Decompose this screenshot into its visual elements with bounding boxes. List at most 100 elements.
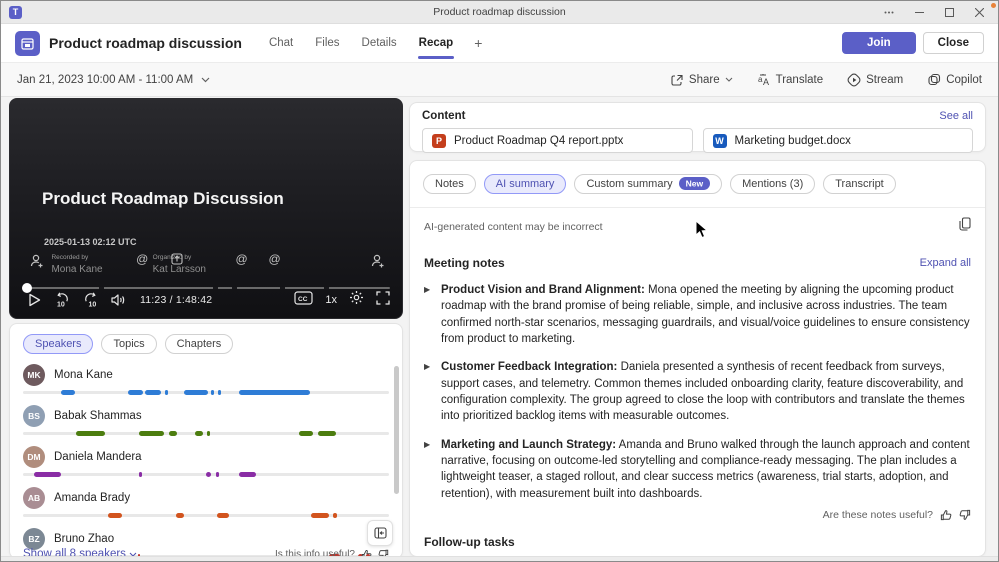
speakers-panel: Speakers Topics Chapters MK Mona Kane BS…: [9, 323, 403, 559]
file-chip-docx[interactable]: W Marketing budget.docx: [703, 128, 974, 153]
copy-icon[interactable]: [959, 217, 971, 236]
tab-notes[interactable]: Notes: [423, 174, 476, 194]
tab-files[interactable]: Files: [306, 24, 348, 62]
avatar: BZ: [23, 528, 45, 550]
speaker-name: Amanda Brady: [54, 492, 130, 504]
share-marker-icon[interactable]: [171, 252, 183, 270]
speaker-name: Babak Shammas: [54, 410, 142, 422]
meeting-header: Product roadmap discussion Chat Files De…: [1, 24, 998, 63]
volume-button[interactable]: [106, 293, 130, 307]
window-bottom-edge: [1, 556, 998, 561]
play-button[interactable]: [22, 293, 46, 307]
timeline-markers: Recorded by Mona Kane @ Organized by Kat…: [22, 254, 390, 280]
rewind-10-button[interactable]: 10: [50, 292, 74, 308]
mention-marker-icon[interactable]: @: [136, 252, 148, 266]
player-controls: 10 10 11:23 / 1:48:42 CC 1x: [22, 289, 390, 311]
avatar: BS: [23, 405, 45, 427]
meeting-tabs: Chat Files Details Recap +: [260, 24, 490, 62]
notes-feedback-label: Are these notes useful?: [823, 509, 933, 521]
person-add-marker-icon[interactable]: [29, 254, 45, 274]
svg-text:10: 10: [88, 302, 96, 309]
settings-gear-icon[interactable]: [349, 290, 364, 310]
window-close-button[interactable]: [964, 1, 994, 24]
translate-icon: aA: [757, 73, 771, 87]
speaker-row[interactable]: DM Daniela Mandera: [23, 445, 389, 477]
svg-text:CC: CC: [298, 296, 308, 303]
share-button[interactable]: Share: [670, 73, 733, 87]
add-tab-button[interactable]: +: [466, 35, 490, 51]
content-title: Content: [422, 110, 465, 122]
speaker-timeline[interactable]: [23, 431, 389, 436]
speaker-timeline[interactable]: [23, 390, 389, 395]
file-name: Product Roadmap Q4 report.pptx: [454, 135, 623, 147]
expand-triangle-icon[interactable]: ▶: [424, 359, 441, 424]
close-button[interactable]: Close: [923, 32, 984, 54]
avatar: AB: [23, 487, 45, 509]
tab-speakers[interactable]: Speakers: [23, 334, 93, 354]
svg-text:A: A: [763, 77, 769, 87]
copilot-icon: [927, 73, 941, 87]
see-all-link[interactable]: See all: [939, 110, 973, 122]
expand-triangle-icon[interactable]: ▶: [424, 437, 441, 502]
mention-marker-icon[interactable]: @: [235, 252, 247, 266]
captions-button[interactable]: CC: [294, 291, 313, 310]
speakers-scrollbar[interactable]: [394, 366, 399, 494]
expand-triangle-icon[interactable]: ▶: [424, 282, 441, 347]
speaker-row[interactable]: MK Mona Kane: [23, 363, 389, 395]
thumbs-up-icon[interactable]: [940, 509, 952, 521]
meeting-datetime[interactable]: Jan 21, 2023 10:00 AM - 11:00 AM: [17, 74, 210, 86]
thumbs-down-icon[interactable]: [959, 509, 971, 521]
speaker-row[interactable]: AB Amanda Brady: [23, 486, 389, 518]
speaker-name: Daniela Mandera: [54, 451, 142, 463]
tab-chat[interactable]: Chat: [260, 24, 302, 62]
tab-custom-summary[interactable]: Custom summaryNew: [574, 174, 722, 194]
tab-recap[interactable]: Recap: [410, 24, 463, 62]
speaker-name: Bruno Zhao: [54, 533, 114, 545]
avatar: MK: [23, 364, 45, 386]
powerpoint-file-icon: P: [432, 134, 446, 148]
window-maximize-button[interactable]: [934, 1, 964, 24]
tab-mentions[interactable]: Mentions (3): [730, 174, 815, 194]
expand-all-link[interactable]: Expand all: [920, 257, 971, 269]
panel-collapse-icon: [374, 527, 387, 539]
word-file-icon: W: [713, 134, 727, 148]
note-item[interactable]: ▶ Marketing and Launch Strategy: Amanda …: [410, 425, 985, 502]
recap-toolbar: Jan 21, 2023 10:00 AM - 11:00 AM Share a…: [1, 63, 998, 97]
meeting-notes-title: Meeting notes: [424, 256, 505, 270]
recording-indicator-dot: [991, 3, 996, 8]
tab-chapters[interactable]: Chapters: [165, 334, 234, 354]
tab-ai-summary[interactable]: AI summary: [484, 174, 567, 194]
join-button[interactable]: Join: [842, 32, 916, 54]
chevron-down-icon: [201, 77, 210, 83]
stream-icon: [847, 73, 861, 87]
note-item[interactable]: ▶ Customer Feedback Integration: Daniela…: [410, 347, 985, 424]
speaker-timeline[interactable]: [23, 513, 389, 518]
forward-10-button[interactable]: 10: [78, 292, 102, 308]
note-item[interactable]: ▶ Product Vision and Brand Alignment: Mo…: [410, 270, 985, 347]
note-lead: Product Vision and Brand Alignment:: [441, 284, 645, 296]
video-title: Product Roadmap Discussion: [42, 189, 284, 209]
person-add-marker-icon[interactable]: [370, 254, 386, 274]
speaker-row[interactable]: BS Babak Shammas: [23, 404, 389, 436]
file-chip-pptx[interactable]: P Product Roadmap Q4 report.pptx: [422, 128, 693, 153]
stream-button[interactable]: Stream: [847, 73, 903, 87]
window-more-button[interactable]: [874, 1, 904, 24]
teams-meeting-window: T Product roadmap discussion Product roa…: [0, 0, 999, 562]
video-player[interactable]: Product Roadmap Discussion 2025-01-13 02…: [9, 98, 403, 319]
tab-details[interactable]: Details: [353, 24, 406, 62]
note-lead: Marketing and Launch Strategy:: [441, 439, 616, 451]
speaker-timeline[interactable]: [23, 472, 389, 477]
window-titlebar: T Product roadmap discussion: [1, 1, 998, 24]
mention-marker-icon[interactable]: @: [269, 252, 281, 266]
file-name: Marketing budget.docx: [735, 135, 851, 147]
tab-transcript[interactable]: Transcript: [823, 174, 896, 194]
fullscreen-button[interactable]: [376, 291, 390, 310]
translate-button[interactable]: aA Translate: [757, 73, 824, 87]
window-title: Product roadmap discussion: [1, 6, 998, 18]
playback-speed-button[interactable]: 1x: [325, 294, 337, 306]
window-minimize-button[interactable]: [904, 1, 934, 24]
tab-topics[interactable]: Topics: [101, 334, 156, 354]
copilot-button[interactable]: Copilot: [927, 73, 982, 87]
collapse-panel-button[interactable]: [367, 520, 393, 546]
recorded-by-name: Mona Kane: [51, 264, 102, 275]
